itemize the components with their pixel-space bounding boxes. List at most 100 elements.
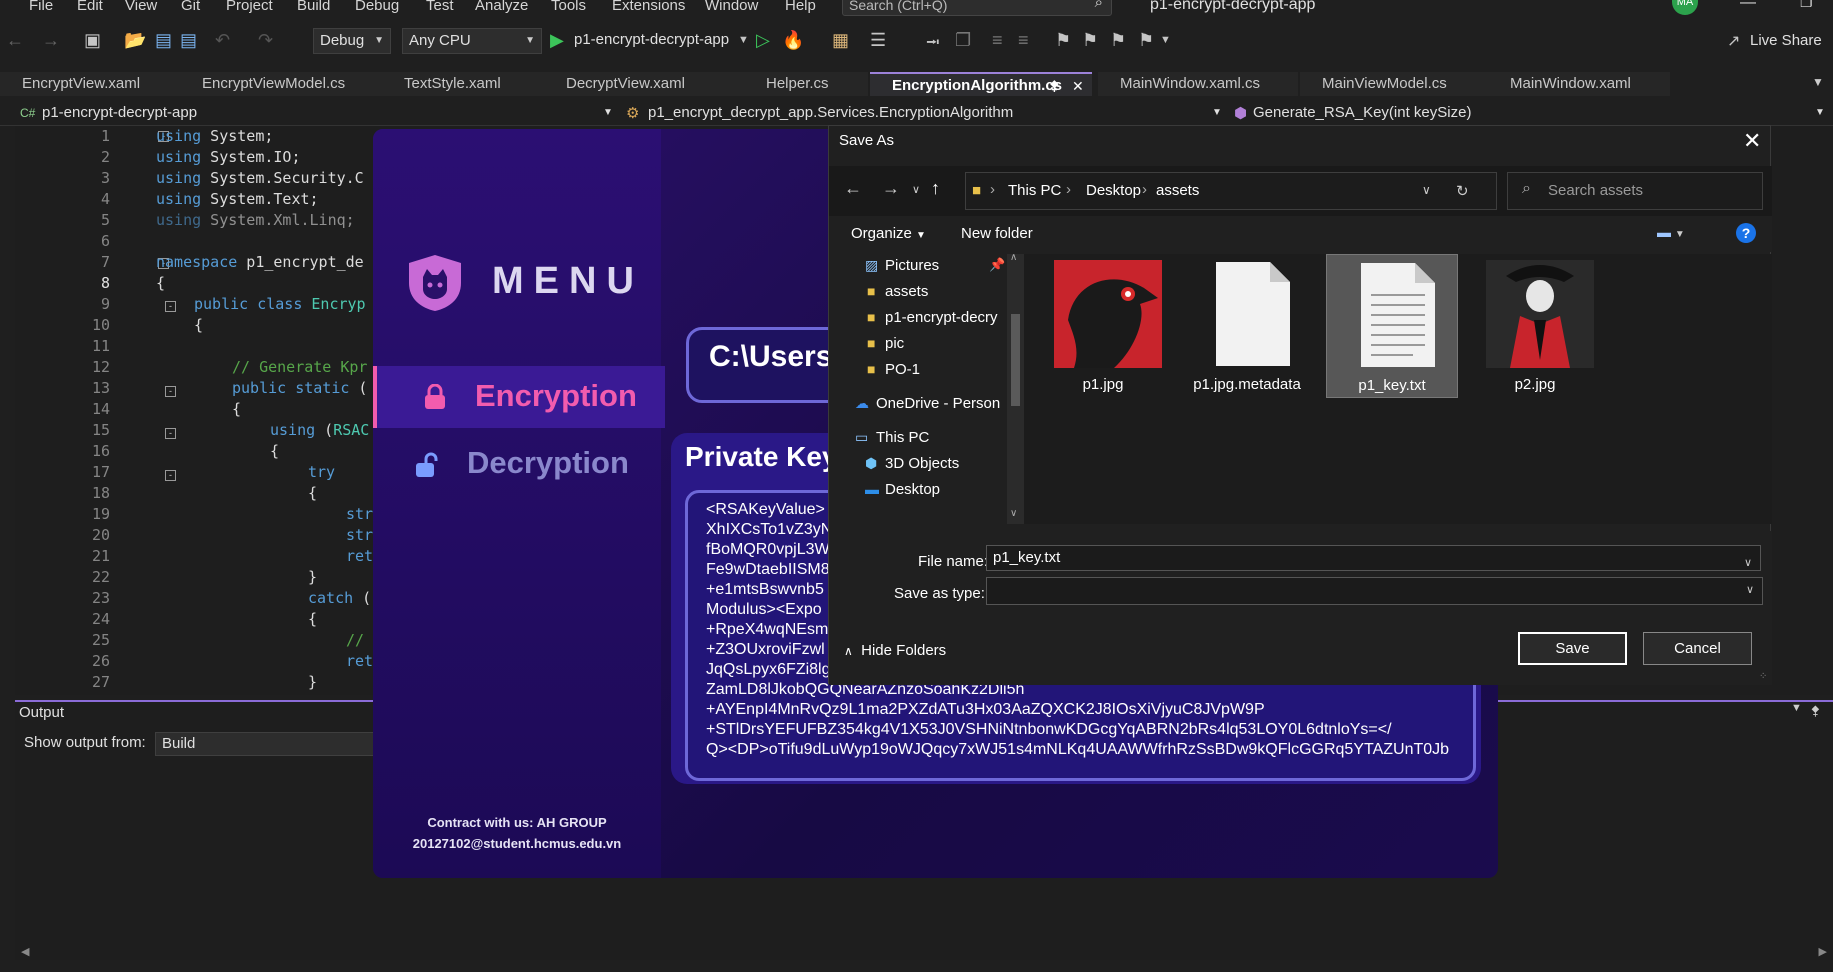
address-bar[interactable]: ■ › This PC › Desktop › assets ∨ ↻ bbox=[965, 172, 1497, 210]
fold-toggle-icon[interactable]: - bbox=[165, 301, 176, 312]
bookmark-next-icon[interactable]: ⚑ bbox=[1110, 30, 1126, 51]
live-share-button[interactable]: Live Share bbox=[1750, 32, 1822, 49]
save-icon[interactable]: ▤ bbox=[155, 30, 172, 51]
hot-reload-icon[interactable]: 🔥 bbox=[782, 30, 804, 51]
start-without-debug-icon[interactable]: ▷ bbox=[756, 30, 770, 51]
forward-icon[interactable]: → bbox=[42, 30, 60, 51]
menu-git[interactable]: Git bbox=[181, 0, 200, 14]
scrollbar-thumb[interactable] bbox=[1011, 314, 1020, 406]
tab-encryptview-xaml[interactable]: EncryptView.xaml bbox=[0, 72, 190, 96]
restore-icon[interactable]: ❐ bbox=[1800, 0, 1813, 11]
tab-textstyle[interactable]: TextStyle.xaml bbox=[382, 72, 544, 96]
menu-help[interactable]: Help bbox=[785, 0, 816, 14]
tab-encryptviewmodel[interactable]: EncryptViewModel.cs bbox=[180, 72, 382, 96]
unlock-icon[interactable] bbox=[414, 452, 440, 478]
chevron-down-icon[interactable]: ∨ bbox=[1422, 183, 1431, 197]
breadcrumb-assets[interactable]: assets bbox=[1156, 182, 1199, 199]
refresh-icon[interactable]: ↻ bbox=[1456, 182, 1469, 200]
file-name-input[interactable]: p1_key.txt ∨ bbox=[986, 545, 1761, 571]
forward-arrow-icon[interactable]: → bbox=[882, 178, 900, 199]
copy-icon[interactable]: ❐ bbox=[955, 30, 971, 51]
help-icon[interactable]: ? bbox=[1736, 223, 1756, 243]
tab-decryptview[interactable]: DecryptView.xaml bbox=[544, 72, 744, 96]
chevron-down-icon[interactable]: ▼ bbox=[1212, 107, 1222, 118]
menu-analyze[interactable]: Analyze bbox=[475, 0, 528, 14]
layout-icon[interactable]: ☰ bbox=[870, 30, 886, 51]
menu-test[interactable]: Test bbox=[426, 0, 454, 14]
scroll-down-icon[interactable]: ∨ bbox=[1010, 508, 1017, 519]
breadcrumb-this-pc[interactable]: This PC bbox=[1008, 182, 1061, 199]
config-select[interactable]: Debug ▼ bbox=[313, 28, 391, 54]
organize-button[interactable]: Organize ▼ bbox=[851, 225, 926, 242]
nav-project[interactable]: p1-encrypt-decrypt-app bbox=[42, 104, 197, 121]
file-item-p1-metadata[interactable]: p1.jpg.metadata bbox=[1182, 254, 1312, 396]
open-folder-icon[interactable]: 📂 bbox=[124, 30, 146, 51]
cancel-button[interactable]: Cancel bbox=[1643, 632, 1752, 665]
new-item-icon[interactable]: ▣ bbox=[84, 30, 101, 51]
undo-icon[interactable]: ↶ bbox=[215, 30, 230, 51]
bookmark-icon[interactable]: ⚑ bbox=[1055, 30, 1071, 51]
nav-decryption[interactable]: Decryption bbox=[467, 445, 629, 481]
step-icon[interactable]: ⭲ bbox=[926, 30, 940, 60]
chevron-down-icon[interactable]: ▼ bbox=[1160, 34, 1171, 46]
menu-edit[interactable]: Edit bbox=[77, 0, 103, 14]
scroll-right-icon[interactable]: ▶ bbox=[1819, 945, 1827, 958]
nav-class[interactable]: p1_encrypt_decrypt_app.Services.Encrypti… bbox=[648, 104, 1013, 121]
save-button[interactable]: Save bbox=[1518, 632, 1627, 665]
nav-member[interactable]: Generate_RSA_Key(int keySize) bbox=[1253, 104, 1471, 121]
bookmark-prev-icon[interactable]: ⚑ bbox=[1082, 30, 1098, 51]
chevron-down-icon[interactable]: ▼ bbox=[603, 107, 613, 118]
save-as-type-select[interactable]: ∨ bbox=[986, 577, 1763, 605]
output-source-select[interactable]: Build bbox=[155, 732, 385, 756]
chevron-down-icon[interactable]: ▼ bbox=[1815, 107, 1825, 118]
chevron-down-icon[interactable]: ∨ bbox=[1744, 551, 1752, 575]
fold-toggle-icon[interactable]: - bbox=[165, 386, 176, 397]
tab-encryptionalgorithm[interactable]: EncryptionAlgorithm.cs ⯞ ✕ bbox=[870, 72, 1092, 96]
pin-icon[interactable]: 📌 bbox=[989, 257, 1005, 273]
menu-tools[interactable]: Tools bbox=[551, 0, 586, 14]
dialog-search-input[interactable]: ⌕ Search assets bbox=[1507, 172, 1763, 210]
scroll-left-icon[interactable]: ◀ bbox=[21, 945, 29, 958]
indent-icon[interactable]: ≡ bbox=[992, 30, 1003, 51]
menu-debug[interactable]: Debug bbox=[355, 0, 399, 14]
file-item-p2-jpg[interactable]: p2.jpg bbox=[1470, 254, 1600, 396]
menu-view[interactable]: View bbox=[125, 0, 157, 14]
tab-mainwindow-xaml[interactable]: MainWindow.xaml bbox=[1488, 72, 1670, 96]
folder-icon[interactable]: ▦ bbox=[832, 30, 849, 51]
horizontal-scrollbar[interactable]: ◀ ▶ bbox=[15, 944, 1833, 960]
hide-folders-toggle[interactable]: ∧ Hide Folders bbox=[844, 642, 946, 659]
file-item-p1-key-txt[interactable]: p1_key.txt bbox=[1326, 254, 1458, 398]
back-icon[interactable]: ← bbox=[6, 30, 24, 51]
platform-select[interactable]: Any CPU ▼ bbox=[402, 28, 542, 54]
save-all-icon[interactable]: ▤ bbox=[180, 30, 197, 51]
view-options-icon[interactable]: ▬ ▼ bbox=[1657, 224, 1685, 240]
close-icon[interactable]: ✕ bbox=[1072, 74, 1084, 98]
tree-scrollbar[interactable]: ∧ ∨ bbox=[1007, 252, 1024, 524]
new-folder-button[interactable]: New folder bbox=[961, 225, 1033, 242]
file-item-p1-jpg[interactable]: p1.jpg bbox=[1038, 254, 1168, 396]
nav-encryption[interactable]: Encryption bbox=[373, 366, 665, 428]
back-arrow-icon[interactable]: ← bbox=[844, 178, 862, 199]
tab-helper[interactable]: Helper.cs bbox=[744, 72, 868, 96]
resize-grip-icon[interactable]: ⁘ bbox=[1759, 671, 1767, 682]
outdent-icon[interactable]: ≡ bbox=[1018, 30, 1029, 51]
tab-mainwindow-xaml-cs[interactable]: MainWindow.xaml.cs bbox=[1098, 72, 1298, 96]
pin-icon[interactable]: ⯞ bbox=[1050, 74, 1059, 98]
menu-project[interactable]: Project bbox=[226, 0, 273, 14]
close-icon[interactable]: ✕ bbox=[1743, 128, 1761, 154]
up-arrow-icon[interactable]: ↑ bbox=[931, 178, 940, 199]
menu-file[interactable]: File bbox=[29, 0, 53, 14]
tab-mainviewmodel[interactable]: MainViewModel.cs bbox=[1300, 72, 1488, 96]
chevron-down-icon[interactable]: ▼ bbox=[1791, 702, 1802, 714]
bookmark-clear-icon[interactable]: ⚑ bbox=[1138, 30, 1154, 51]
pin-icon[interactable]: ⯞ bbox=[1811, 702, 1820, 723]
menu-window[interactable]: Window bbox=[705, 0, 758, 14]
chevron-down-icon[interactable]: ▼ bbox=[738, 34, 749, 46]
tab-overflow-icon[interactable]: ▼ bbox=[1812, 75, 1824, 89]
fold-toggle-icon[interactable]: - bbox=[165, 470, 176, 481]
minimize-icon[interactable]: — bbox=[1740, 0, 1756, 12]
chevron-down-icon[interactable]: ∨ bbox=[912, 183, 920, 196]
breadcrumb-desktop[interactable]: Desktop bbox=[1086, 182, 1141, 199]
fold-toggle-icon[interactable]: - bbox=[165, 428, 176, 439]
vs-search-box[interactable]: Search (Ctrl+Q) ⌕ bbox=[842, 0, 1112, 16]
